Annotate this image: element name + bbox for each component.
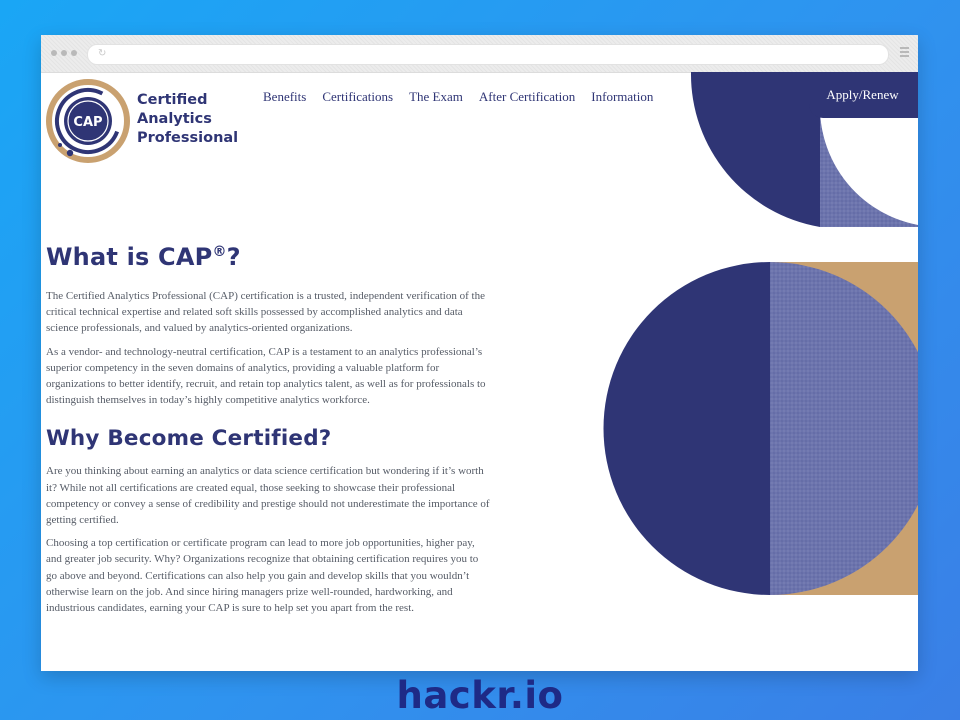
navy-half-circle <box>603 262 770 595</box>
maximize-dot-icon[interactable] <box>71 50 77 56</box>
main-content: What is CAP®? The Certified Analytics Pr… <box>46 240 491 616</box>
dotted-quarter <box>820 107 918 227</box>
nav-the-exam[interactable]: The Exam <box>409 89 463 105</box>
heading-text: What is CAP <box>46 243 213 271</box>
main-nav: Benefits Certifications The Exam After C… <box>263 89 669 105</box>
close-dot-icon[interactable] <box>51 50 57 56</box>
nav-information[interactable]: Information <box>591 89 653 105</box>
webpage: CAP Certified Analytics Professional Ben… <box>41 72 918 671</box>
registered-mark: ® <box>212 244 227 260</box>
nav-benefits[interactable]: Benefits <box>263 89 306 105</box>
heading-why-certified: Why Become Certified? <box>46 426 332 452</box>
address-bar[interactable]: ↻ <box>87 44 889 65</box>
menu-icon[interactable] <box>900 47 909 59</box>
reload-icon[interactable]: ↻ <box>98 48 106 59</box>
hackr-watermark: hackr.io <box>396 674 564 717</box>
paragraph-1: The Certified Analytics Professional (CA… <box>46 290 485 335</box>
browser-toolbar: ↻ <box>41 35 918 73</box>
nav-after-certification[interactable]: After Certification <box>479 89 575 105</box>
heading-tail: ? <box>226 243 241 271</box>
paragraph-4: Choosing a top certification or certific… <box>46 537 479 615</box>
apply-renew-button[interactable]: Apply/Renew <box>809 72 918 118</box>
brand-name[interactable]: Certified Analytics Professional <box>137 91 277 148</box>
paragraph-2: As a vendor- and technology-neutral cert… <box>46 345 486 407</box>
cap-logo-icon[interactable]: CAP <box>46 79 130 163</box>
apply-renew-label: Apply/Renew <box>826 87 899 102</box>
window-controls <box>51 50 77 56</box>
brand-line-3: Professional <box>137 130 239 146</box>
nav-certifications[interactable]: Certifications <box>322 89 393 105</box>
navy-top-shape <box>690 72 820 227</box>
paragraph-3: Are you thinking about earning an analyt… <box>46 465 490 527</box>
minimize-dot-icon[interactable] <box>61 50 67 56</box>
brand-line-1: Certified <box>137 92 208 108</box>
brand-line-2: Analytics <box>137 111 212 127</box>
logo-text: CAP <box>73 115 102 130</box>
heading-what-is-cap: What is CAP®? <box>46 240 491 274</box>
browser-window: ↻ CAP Certified Analytics Professional B… <box>41 35 918 671</box>
